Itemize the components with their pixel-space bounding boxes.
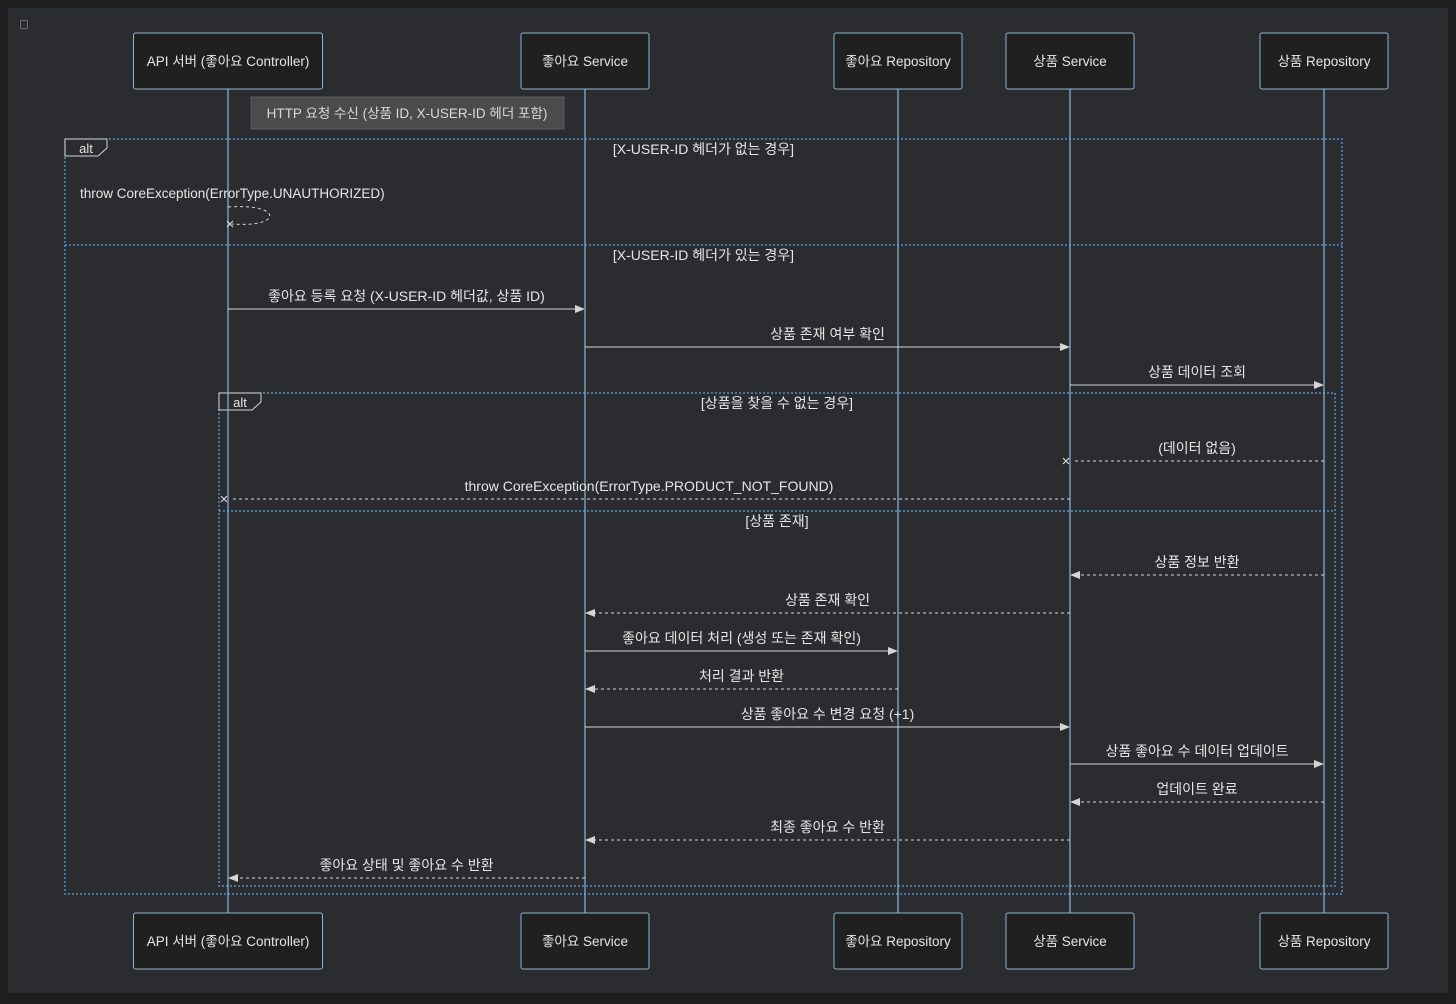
message-4: (데이터 없음) <box>1062 440 1324 465</box>
frame-keyword: alt <box>233 395 247 410</box>
message-label: 좋아요 상태 및 좋아요 수 반환 <box>319 857 493 873</box>
actor-label: 좋아요 Service <box>542 54 628 69</box>
message-2: 상품 존재 여부 확인 <box>585 326 1070 351</box>
message-7: 상품 존재 확인 <box>585 592 1070 617</box>
alt-frame-outer: alt [X-USER-ID 헤더가 없는 경우] [X-USER-ID 헤더가 있… <box>64 138 1343 895</box>
actor-top-likeRepo: 좋아요 Repository <box>833 32 963 90</box>
message-13: 최종 좋아요 수 반환 <box>585 819 1070 844</box>
message-11: 상품 좋아요 수 데이터 업데이트 <box>1070 743 1324 768</box>
message-label: 상품 존재 확인 <box>785 592 870 608</box>
message-14: 좋아요 상태 및 좋아요 수 반환 <box>228 857 585 882</box>
message-cross <box>220 495 228 503</box>
actor-bottom-productService: 상품 Service <box>1005 912 1135 970</box>
diagram-canvas: HTTP 요청 수신 (상품 ID, X-USER-ID 헤더 포함) alt [X… <box>8 8 1448 993</box>
message-label: throw CoreException(ErrorType.PRODUCT_NO… <box>465 478 834 494</box>
message-9: 처리 결과 반환 <box>585 668 898 693</box>
message-label: 처리 결과 반환 <box>699 668 784 684</box>
message-label: 상품 데이터 조회 <box>1148 364 1246 380</box>
message-label: 상품 좋아요 수 변경 요청 (+1) <box>741 706 915 722</box>
actor-label: 상품 Repository <box>1277 934 1370 949</box>
actor-label: 상품 Repository <box>1277 54 1370 69</box>
message-label: (데이터 없음) <box>1158 440 1236 456</box>
frame-condition: [X-USER-ID 헤더가 없는 경우] <box>613 141 794 157</box>
message-3: 상품 데이터 조회 <box>1070 364 1324 389</box>
actor-top-api: API 서버 (좋아요 Controller) <box>133 32 323 90</box>
message-label: 상품 존재 여부 확인 <box>770 326 885 342</box>
actor-label: API 서버 (좋아요 Controller) <box>147 934 310 949</box>
message-0: throw CoreException(ErrorType.UNAUTHORIZ… <box>80 186 385 228</box>
note: HTTP 요청 수신 (상품 ID, X-USER-ID 헤더 포함) <box>250 96 565 130</box>
frame-condition: [상품을 찾을 수 없는 경우] <box>701 395 853 411</box>
message-line <box>227 206 271 225</box>
message-label: 최종 좋아요 수 반환 <box>770 819 885 835</box>
actor-bottom-productRepo: 상품 Repository <box>1259 912 1389 970</box>
message-label: 상품 정보 반환 <box>1154 554 1239 570</box>
message-12: 업데이트 완료 <box>1070 781 1324 806</box>
frame-condition: [상품 존재] <box>745 513 808 529</box>
message-label: 상품 좋아요 수 데이터 업데이트 <box>1106 743 1289 759</box>
frame-keyword: alt <box>79 141 93 156</box>
actor-label: 좋아요 Repository <box>845 934 951 949</box>
actor-top-productService: 상품 Service <box>1005 32 1135 90</box>
message-1: 좋아요 등록 요청 (X-USER-ID 헤더값, 상품 ID) <box>228 288 585 313</box>
actor-bottom-api: API 서버 (좋아요 Controller) <box>133 912 323 970</box>
message-label: throw CoreException(ErrorType.UNAUTHORIZ… <box>80 186 385 201</box>
actor-bottom-likeService: 좋아요 Service <box>520 912 650 970</box>
note-text: HTTP 요청 수신 (상품 ID, X-USER-ID 헤더 포함) <box>267 106 548 121</box>
actor-bottom-likeRepo: 좋아요 Repository <box>833 912 963 970</box>
frame-condition: [X-USER-ID 헤더가 있는 경우] <box>613 247 794 263</box>
message-label: 좋아요 등록 요청 (X-USER-ID 헤더값, 상품 ID) <box>268 288 545 304</box>
actor-top-productRepo: 상품 Repository <box>1259 32 1389 90</box>
actor-label: 상품 Service <box>1033 934 1107 949</box>
message-10: 상품 좋아요 수 변경 요청 (+1) <box>585 706 1070 731</box>
message-label: 업데이트 완료 <box>1156 781 1237 797</box>
message-5: throw CoreException(ErrorType.PRODUCT_NO… <box>220 478 1070 503</box>
sequence-diagram: HTTP 요청 수신 (상품 ID, X-USER-ID 헤더 포함) alt [X… <box>64 32 1389 970</box>
message-8: 좋아요 데이터 처리 (생성 또는 존재 확인) <box>585 630 898 655</box>
actor-top-likeService: 좋아요 Service <box>520 32 650 90</box>
actor-label: 상품 Service <box>1033 54 1107 69</box>
message-cross <box>1062 457 1070 465</box>
actor-label: 좋아요 Service <box>542 934 628 949</box>
message-label: 좋아요 데이터 처리 (생성 또는 존재 확인) <box>622 630 861 646</box>
message-6: 상품 정보 반환 <box>1070 554 1324 579</box>
actor-label: 좋아요 Repository <box>845 54 951 69</box>
actor-label: API 서버 (좋아요 Controller) <box>147 54 310 69</box>
